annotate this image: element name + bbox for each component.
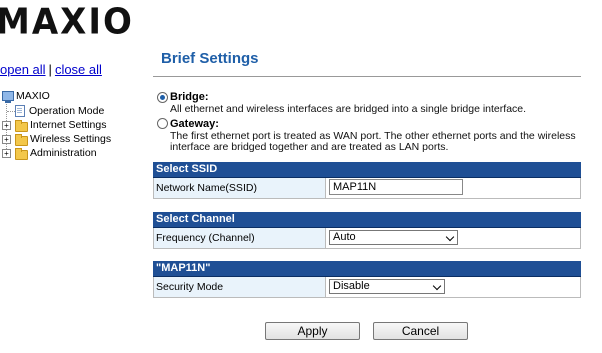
tree-item-label: Wireless Settings (30, 133, 112, 145)
channel-label: Frequency (Channel) (154, 228, 326, 248)
page-title: Brief Settings (161, 50, 259, 67)
security-selected-value: Disable (333, 280, 370, 292)
maxio-logo: MAXIO (0, 1, 134, 43)
ssid-label: Network Name(SSID) (154, 178, 326, 198)
open-all-link[interactable]: open all (0, 62, 46, 77)
close-all-link[interactable]: close all (55, 62, 102, 77)
security-row: Security Mode Disable (153, 277, 581, 298)
tree-item-label: Administration (30, 147, 97, 159)
title-divider (153, 76, 581, 77)
gateway-description-line2: interface are bridged together and are t… (170, 141, 449, 153)
folder-icon (15, 134, 28, 146)
security-mode-label: Security Mode (154, 277, 326, 297)
apply-button[interactable]: Apply (265, 322, 360, 340)
channel-section: Select Channel Frequency (Channel) Auto (153, 212, 581, 249)
bridge-description: All ethernet and wireless interfaces are… (170, 103, 527, 115)
channel-value-cell: Auto (326, 228, 580, 248)
ssid-row: Network Name(SSID) MAP11N (153, 178, 581, 199)
security-section: "MAP11N" Security Mode Disable (153, 261, 581, 298)
expand-plus-icon[interactable]: + (2, 121, 11, 130)
chevron-down-icon (445, 232, 455, 242)
tree-root-label: MAXIO (16, 90, 50, 102)
expand-plus-icon[interactable]: + (2, 149, 11, 158)
ssid-value-cell: MAP11N (326, 178, 580, 198)
expand-plus-icon[interactable]: + (2, 135, 11, 144)
channel-select[interactable]: Auto (329, 230, 458, 245)
tree-toggle-links: open all | close all (0, 62, 102, 77)
ssid-input[interactable]: MAP11N (329, 179, 463, 195)
security-mode-select[interactable]: Disable (329, 279, 445, 294)
gateway-title: Gateway: (170, 118, 219, 130)
gateway-radio[interactable] (157, 118, 168, 129)
bridge-title: Bridge: (170, 91, 209, 103)
tree-item-label: Internet Settings (30, 119, 107, 131)
cancel-button[interactable]: Cancel (373, 322, 468, 340)
channel-row: Frequency (Channel) Auto (153, 228, 581, 249)
computer-icon (2, 91, 14, 103)
tree-item-label: Operation Mode (29, 105, 105, 117)
security-value-cell: Disable (326, 277, 580, 297)
ssid-section: Select SSID Network Name(SSID) MAP11N (153, 162, 581, 199)
folder-icon (15, 148, 28, 160)
security-section-header: "MAP11N" (153, 261, 581, 277)
document-icon (15, 105, 25, 117)
folder-icon (15, 120, 28, 132)
ssid-section-header: Select SSID (153, 162, 581, 178)
bridge-radio[interactable] (157, 92, 168, 103)
channel-selected-value: Auto (333, 231, 356, 243)
channel-section-header: Select Channel (153, 212, 581, 228)
chevron-down-icon (432, 281, 442, 291)
link-separator: | (48, 62, 52, 77)
